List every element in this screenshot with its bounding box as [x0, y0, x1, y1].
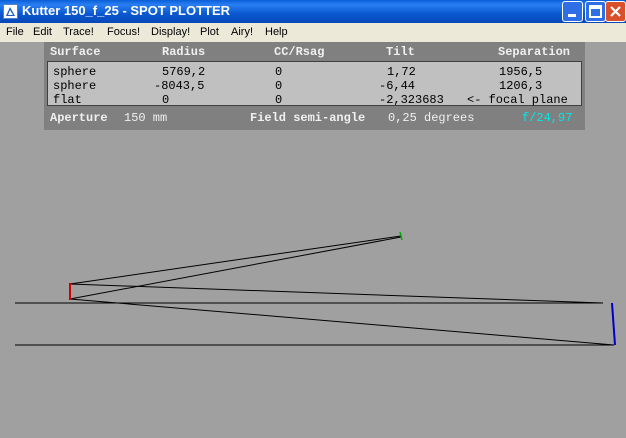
focal-ray-top — [69, 235, 402, 285]
reflected-ray-top — [69, 283, 604, 304]
reflected-ray-bottom — [69, 298, 615, 346]
focal-plane — [399, 231, 403, 241]
ray-trace-diagram — [15, 231, 616, 346]
primary-mirror — [611, 302, 616, 346]
